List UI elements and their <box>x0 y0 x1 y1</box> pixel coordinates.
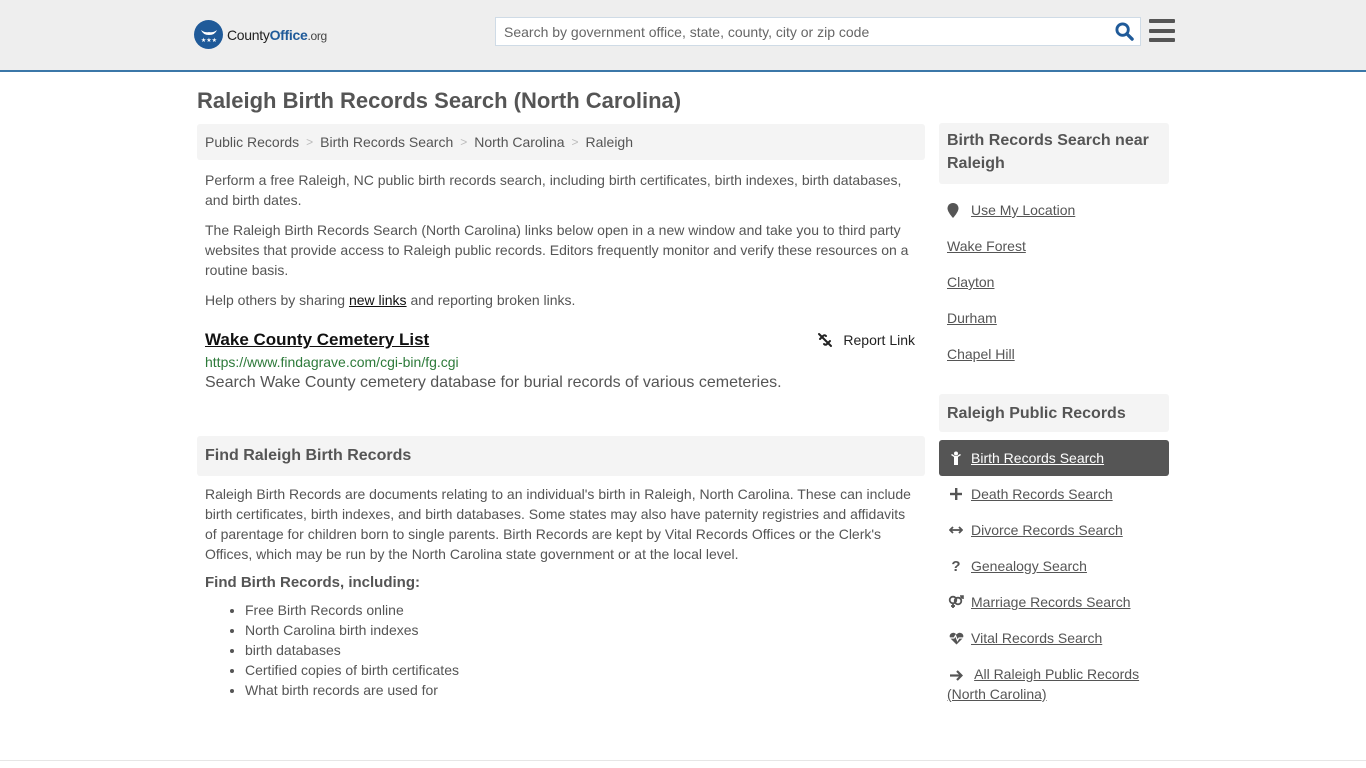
arrow-right-icon <box>947 670 965 681</box>
find-section-body: Raleigh Birth Records are documents rela… <box>205 486 911 562</box>
breadcrumb-separator: > <box>306 135 314 149</box>
broken-link-icon <box>818 333 833 347</box>
sidebar-item-birth-records[interactable]: Birth Records Search <box>939 440 1169 476</box>
breadcrumb-north-carolina[interactable]: North Carolina <box>474 134 564 150</box>
search-icon <box>1114 22 1134 41</box>
search-button[interactable] <box>1108 18 1140 45</box>
breadcrumb-public-records[interactable]: Public Records <box>205 134 299 150</box>
nearby-city-item: Wake Forest <box>947 236 1161 272</box>
heartbeat-icon <box>947 632 965 645</box>
nearby-city-item: Chapel Hill <box>947 344 1161 380</box>
list-item: birth databases <box>245 640 925 660</box>
site-logo[interactable]: ★★★ CountyOffice.org <box>194 20 327 49</box>
use-location-item: Use My Location <box>947 200 1161 236</box>
public-records-heading: Raleigh Public Records <box>939 394 1169 432</box>
nearby-heading: Birth Records Search near Raleigh <box>939 123 1169 184</box>
nearby-list: Use My Location Wake Forest Clayton Durh… <box>939 184 1169 380</box>
map-pin-icon <box>947 202 965 218</box>
breadcrumb-separator: > <box>460 135 468 149</box>
cross-icon <box>947 488 965 500</box>
intro-paragraph: Perform a free Raleigh, NC public birth … <box>205 172 902 208</box>
search-input[interactable] <box>496 18 1108 45</box>
nearby-city-item: Durham <box>947 308 1161 344</box>
nearby-city-link[interactable]: Chapel Hill <box>947 346 1015 362</box>
hamburger-menu-icon[interactable] <box>1149 19 1175 42</box>
nearby-city-link[interactable]: Wake Forest <box>947 238 1026 254</box>
breadcrumb: Public Records > Birth Records Search > … <box>197 124 925 160</box>
new-links-link[interactable]: new links <box>349 292 407 308</box>
nearby-city-link[interactable]: Durham <box>947 310 997 326</box>
footer-divider <box>0 760 1366 761</box>
disclaimer-paragraph: The Raleigh Birth Records Search (North … <box>205 222 909 278</box>
share-links-paragraph: Help others by sharing new links and rep… <box>205 292 576 308</box>
result-title-link[interactable]: Wake County Cemetery List <box>205 330 429 350</box>
eagle-stars-icon: ★★★ <box>194 20 223 49</box>
report-link-button[interactable]: Report Link <box>817 332 915 348</box>
result-description: Search Wake County cemetery database for… <box>205 374 782 391</box>
list-item: North Carolina birth indexes <box>245 620 925 640</box>
result-item: Wake County Cemetery List Report Link ht… <box>197 330 925 392</box>
page-title: Raleigh Birth Records Search (North Caro… <box>197 88 682 113</box>
find-section-heading: Find Raleigh Birth Records <box>197 436 925 476</box>
use-my-location-link[interactable]: Use My Location <box>971 202 1075 218</box>
find-subheading: Find Birth Records, including: <box>205 574 420 591</box>
list-item: Free Birth Records online <box>245 600 925 620</box>
arrows-horizontal-icon <box>947 525 965 535</box>
site-search <box>495 17 1141 46</box>
svg-text:★★★: ★★★ <box>200 37 216 44</box>
sidebar-item-genealogy[interactable]: ? Genealogy Search <box>939 548 1169 584</box>
sidebar-item-death-records[interactable]: Death Records Search <box>939 476 1169 512</box>
sidebar-item-vital-records[interactable]: Vital Records Search <box>939 620 1169 656</box>
site-header: ★★★ CountyOffice.org <box>0 0 1366 72</box>
list-item: Certified copies of birth certificates <box>245 660 925 680</box>
question-icon: ? <box>951 557 961 575</box>
venus-mars-icon <box>947 595 965 609</box>
breadcrumb-birth-records-search[interactable]: Birth Records Search <box>320 134 453 150</box>
sidebar-item-divorce-records[interactable]: Divorce Records Search <box>939 512 1169 548</box>
breadcrumb-raleigh[interactable]: Raleigh <box>586 134 633 150</box>
result-url: https://www.findagrave.com/cgi-bin/fg.cg… <box>205 354 459 370</box>
sidebar-item-all-public-records[interactable]: All Raleigh Public Records (North Caroli… <box>939 656 1169 704</box>
find-list: Free Birth Records online North Carolina… <box>197 600 925 700</box>
sidebar: Birth Records Search near Raleigh Use My… <box>939 123 1169 704</box>
breadcrumb-separator: > <box>571 135 579 149</box>
nearby-city-item: Clayton <box>947 272 1161 308</box>
main-content: Public Records > Birth Records Search > … <box>197 124 925 700</box>
sidebar-item-marriage-records[interactable]: Marriage Records Search <box>939 584 1169 620</box>
logo-text: CountyOffice.org <box>227 26 327 43</box>
list-item: What birth records are used for <box>245 680 925 700</box>
child-icon <box>947 451 965 466</box>
nearby-city-link[interactable]: Clayton <box>947 274 994 290</box>
public-records-list: Birth Records Search Death Records Searc… <box>939 440 1169 704</box>
